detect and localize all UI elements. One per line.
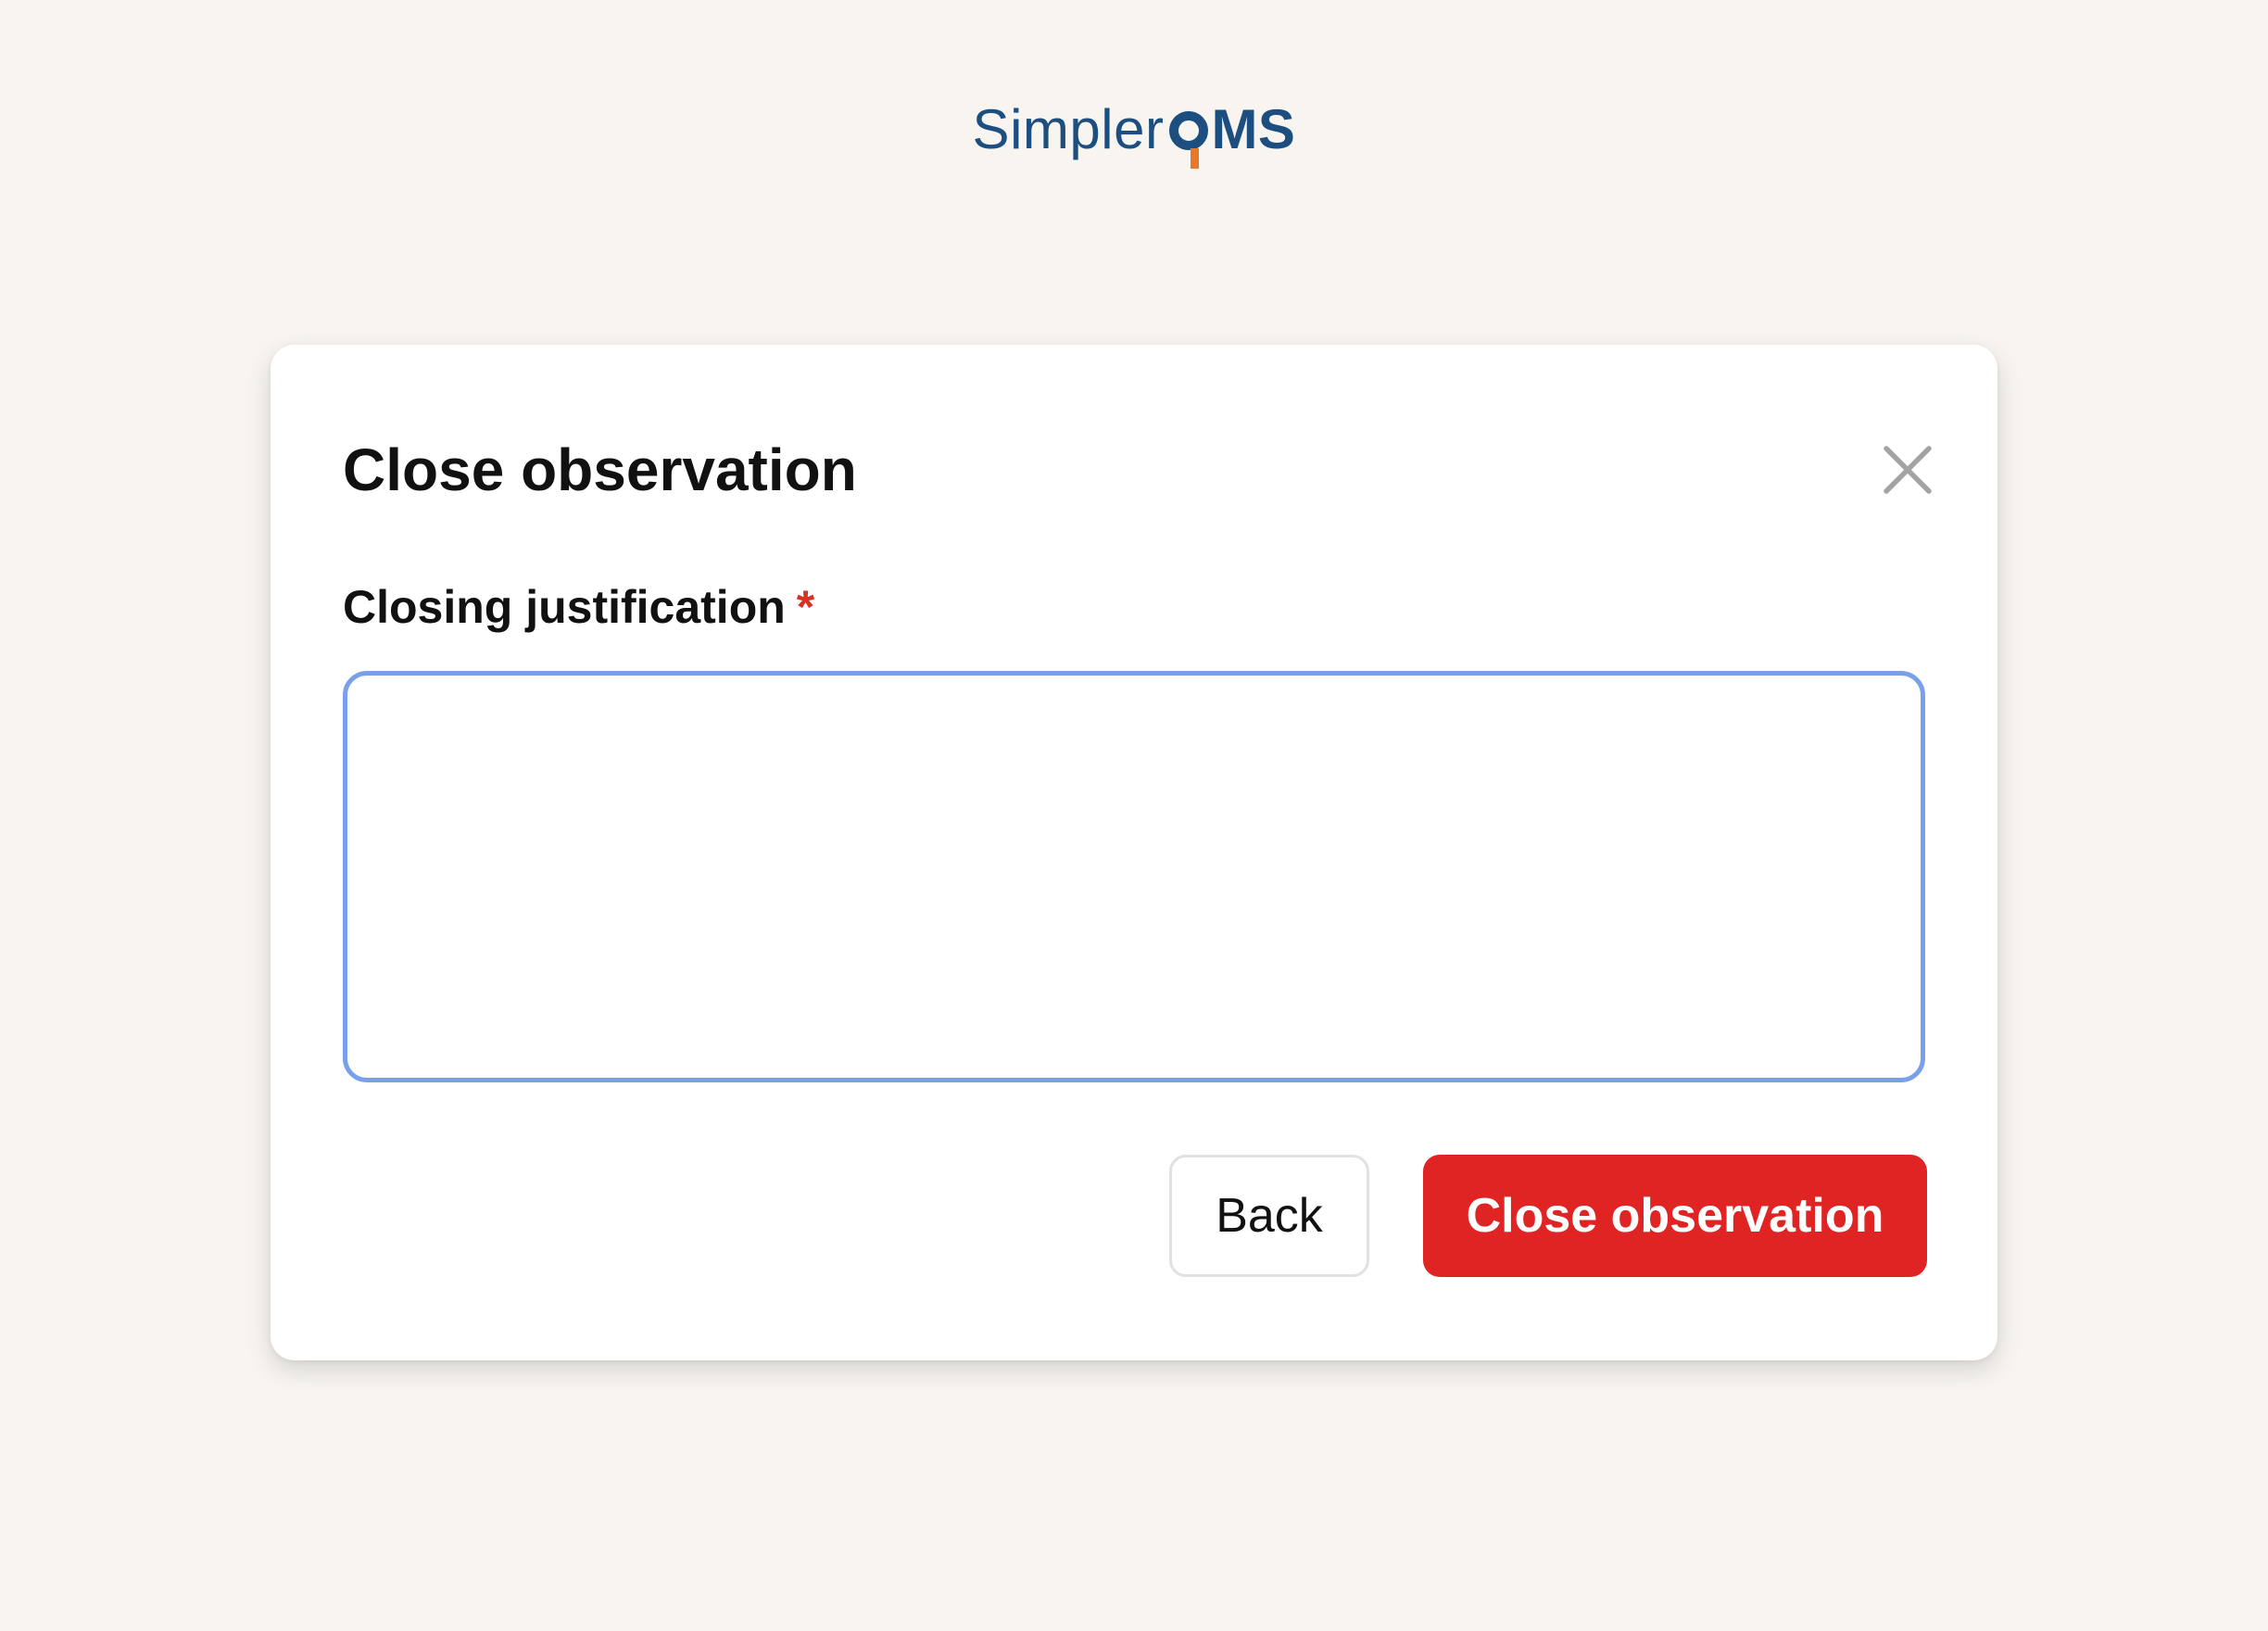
close-observation-button[interactable]: Close observation [1423,1155,1927,1277]
page-background: Simpler MS Close observation Closing just… [0,0,2268,1631]
dialog-title: Close observation [343,436,857,503]
app-logo: Simpler MS [0,93,2268,169]
logo-q-icon [1169,111,1209,169]
logo-text-light: Simpler [972,98,1165,160]
logo-q-tail [1191,148,1200,169]
dialog-close-button[interactable] [1881,443,1934,497]
required-asterisk: * [796,581,815,633]
closing-justification-input[interactable] [343,671,1925,1082]
logo-text-strong: MS [1211,98,1296,160]
close-observation-dialog: Close observation Closing justification *… [271,345,1997,1360]
closing-justification-label: Closing justification * [343,578,814,636]
close-icon [1884,446,1932,494]
field-label-text: Closing justification [343,581,786,633]
back-button[interactable]: Back [1169,1155,1369,1277]
